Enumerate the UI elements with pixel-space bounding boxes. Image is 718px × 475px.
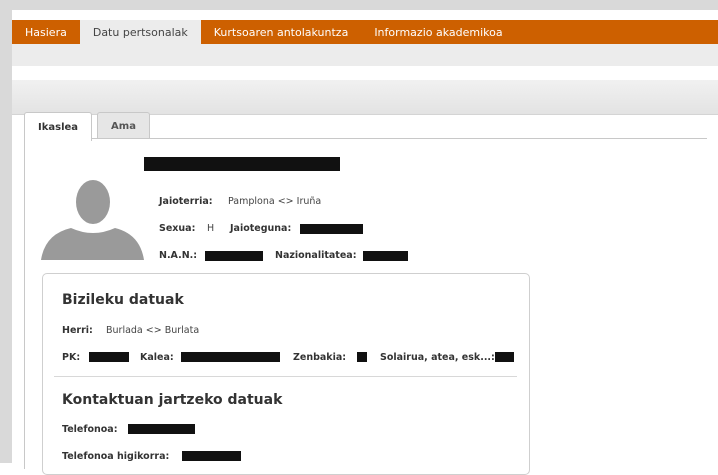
jaioterria-label: Jaioterria: [159, 196, 213, 207]
content-header-bar [12, 80, 718, 115]
nan-label: N.A.N.: [159, 250, 198, 261]
redacted-nan [205, 251, 263, 261]
residence-title: Bizileku datuak [62, 292, 184, 308]
redacted-kalea [181, 352, 280, 362]
redacted-birthdate [300, 224, 363, 234]
sexua-value: H [207, 223, 215, 234]
avatar-placeholder-icon [41, 180, 144, 260]
sexua-label: Sexua: [159, 223, 196, 234]
person-tabs: Ikaslea Ama [24, 112, 155, 141]
redacted-name [144, 157, 340, 171]
nav-tab-datu-pertsonalak[interactable]: Datu pertsonalak [79, 20, 201, 44]
herri-label: Herri: [62, 325, 93, 336]
solairua-label: Solairua, atea, esk...: [380, 352, 495, 363]
nav-tab-informazio-akademikoa[interactable]: Informazio akademikoa [361, 20, 515, 44]
top-navigation: Hasiera Datu pertsonalak Kurtsoaren anto… [12, 20, 718, 44]
nav-tab-kurtsoaren-antolakuntza[interactable]: Kurtsoaren antolakuntza [201, 20, 362, 44]
redacted-zenbakia [357, 352, 367, 362]
spacer [12, 66, 718, 80]
redacted-mugikorra [182, 451, 241, 461]
tab-ama[interactable]: Ama [97, 112, 150, 139]
nav-tab-hasiera[interactable]: Hasiera [12, 20, 80, 44]
zenbakia-label: Zenbakia: [293, 352, 347, 363]
redacted-nationality [363, 251, 408, 261]
nazionalitatea-label: Nazionalitatea: [275, 250, 357, 261]
redacted-solairua [495, 352, 514, 362]
pk-label: PK: [62, 352, 81, 363]
sub-navigation-bar [12, 44, 718, 66]
contact-title: Kontaktuan jartzeko datuak [62, 392, 283, 408]
herri-value: Burlada <> Burlata [106, 325, 200, 336]
jaioteguna-label: Jaioteguna: [230, 223, 292, 234]
tab-ikaslea[interactable]: Ikaslea [24, 112, 93, 141]
redacted-telefonoa [128, 424, 195, 434]
jaioterria-value: Pamplona <> Iruña [228, 196, 322, 207]
telefonoa-label: Telefonoa: [62, 424, 118, 435]
mugikorra-label: Telefonoa higikorra: [62, 451, 170, 462]
kalea-label: Kalea: [140, 352, 174, 363]
section-divider [54, 376, 517, 377]
redacted-pk [89, 352, 129, 362]
